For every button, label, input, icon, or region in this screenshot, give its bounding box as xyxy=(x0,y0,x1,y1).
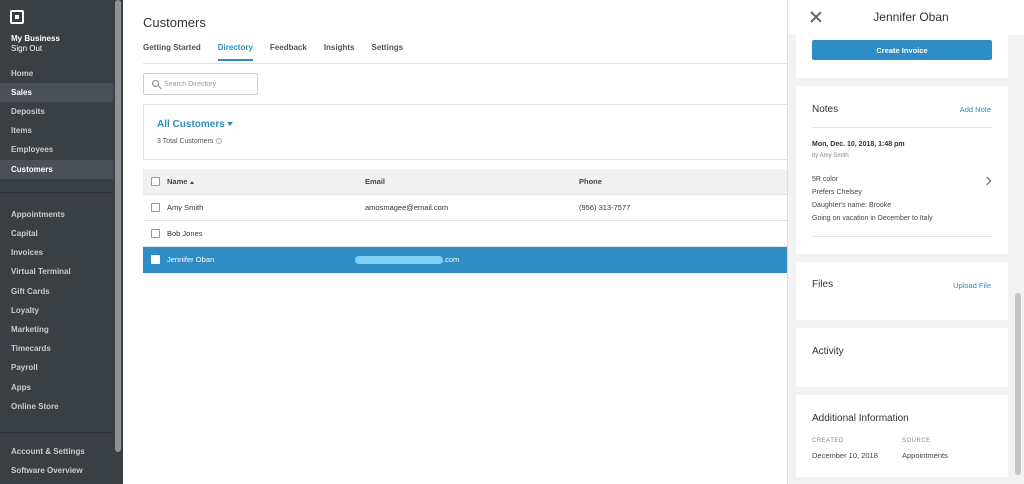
sidebar-item-payroll[interactable]: Payroll xyxy=(0,358,113,377)
tab-directory[interactable]: Directory xyxy=(217,43,253,61)
note-date: Mon, Dec. 10, 2018, 1:48 pm xyxy=(812,141,905,148)
sidebar-divider xyxy=(0,192,113,193)
row-checkbox[interactable] xyxy=(151,203,160,212)
search-input[interactable] xyxy=(164,78,254,91)
sign-out-link[interactable]: Sign Out xyxy=(11,44,42,53)
notes-title: Notes xyxy=(812,104,839,115)
customer-name: Amy Smith xyxy=(167,203,204,212)
group-count-text: 3 Total Customers xyxy=(157,138,214,145)
sidebar-item-loyalty[interactable]: Loyalty xyxy=(0,301,113,320)
notes-divider xyxy=(812,236,992,237)
tab-bar: Getting Started Directory Feedback Insig… xyxy=(143,43,420,61)
activity-card: Activity xyxy=(796,328,1008,387)
tab-divider xyxy=(143,63,807,64)
sidebar-item-gift-cards[interactable]: Gift Cards xyxy=(0,282,113,301)
sidebar-divider xyxy=(0,432,113,433)
panel-header: Jennifer Oban xyxy=(788,0,1024,35)
business-name: My Business xyxy=(11,34,60,43)
main-content: Customers Getting Started Directory Feed… xyxy=(123,0,807,484)
additional-info-title: Additional Information xyxy=(812,413,909,424)
sidebar-item-apps[interactable]: Apps xyxy=(0,378,113,397)
sidebar-item-customers[interactable]: Customers xyxy=(0,160,113,179)
panel-title: Jennifer Oban xyxy=(873,10,949,24)
search-box xyxy=(143,73,258,95)
source-label: SOURCE xyxy=(902,438,931,444)
row-checkbox[interactable] xyxy=(151,255,160,264)
sort-up-icon xyxy=(190,180,195,184)
sidebar-item-capital[interactable]: Capital xyxy=(0,224,113,243)
customer-phone: (956) 313-7577 xyxy=(579,203,631,212)
table-row[interactable]: Bob Jones xyxy=(143,221,807,247)
source-value: Appointments xyxy=(902,451,948,460)
sidebar-item-sales[interactable]: Sales xyxy=(0,83,113,102)
sidebar-item-items[interactable]: Items xyxy=(0,121,113,140)
group-dropdown[interactable]: All Customers xyxy=(157,119,233,130)
create-invoice-button[interactable]: Create Invoice xyxy=(812,40,992,60)
customer-name: Bob Jones xyxy=(167,229,203,238)
row-checkbox[interactable] xyxy=(151,229,160,238)
note-line: Prefers Chelsey xyxy=(812,189,862,196)
sidebar-scrollbar[interactable] xyxy=(115,0,121,452)
column-header-name-label: Name xyxy=(167,177,188,186)
sidebar-item-invoices[interactable]: Invoices xyxy=(0,243,113,262)
sidebar: My Business Sign Out Home Sales Deposits… xyxy=(0,0,123,484)
column-header-phone[interactable]: Phone xyxy=(579,169,602,195)
info-icon[interactable] xyxy=(216,138,223,145)
table-row[interactable]: Amy Smith amosmagee@email.com (956) 313-… xyxy=(143,195,807,221)
group-count: 3 Total Customers xyxy=(157,138,223,145)
sidebar-item-online-store[interactable]: Online Store xyxy=(0,397,113,416)
notes-card: Notes Add Note Mon, Dec. 10, 2018, 1:48 … xyxy=(796,86,1008,254)
customer-email: .com xyxy=(443,255,460,264)
note-author: by Amy Smith xyxy=(812,153,849,159)
files-card: Files Upload File xyxy=(796,262,1008,320)
sidebar-item-account-settings[interactable]: Account & Settings xyxy=(0,442,113,461)
redaction-mark xyxy=(355,256,443,264)
column-header-email[interactable]: Email xyxy=(365,169,385,195)
select-all-checkbox[interactable] xyxy=(151,177,160,186)
tab-settings[interactable]: Settings xyxy=(371,43,403,61)
created-label: CREATED xyxy=(812,438,844,444)
sidebar-item-home[interactable]: Home xyxy=(0,64,113,83)
customer-name: Jennifer Oban xyxy=(167,255,215,264)
sidebar-item-marketing[interactable]: Marketing xyxy=(0,320,113,339)
group-title: All Customers xyxy=(157,119,225,130)
chevron-down-icon xyxy=(226,122,233,127)
customer-email: amosmagee@email.com xyxy=(365,203,449,212)
note-line: Daughter's name: Brooke xyxy=(812,202,892,209)
tab-insights[interactable]: Insights xyxy=(324,43,355,61)
table-header-row: Name Email Phone xyxy=(143,169,807,195)
invoice-card: Create Invoice xyxy=(796,35,1008,78)
note-line: Going on vacation in December to Italy xyxy=(812,215,933,222)
add-note-link[interactable]: Add Note xyxy=(960,105,991,114)
sidebar-item-employees[interactable]: Employees xyxy=(0,140,113,159)
activity-title: Activity xyxy=(812,346,844,357)
sidebar-item-deposits[interactable]: Deposits xyxy=(0,102,113,121)
sidebar-item-timecards[interactable]: Timecards xyxy=(0,339,113,358)
chevron-right-icon[interactable] xyxy=(982,176,992,186)
customer-group-box: All Customers 3 Total Customers xyxy=(143,104,807,160)
customer-table: Name Email Phone Amy Smith amosmagee@ema… xyxy=(143,169,807,273)
search-icon xyxy=(152,80,159,87)
table-row-selected[interactable]: Jennifer Oban .com xyxy=(143,247,807,273)
sidebar-item-software-overview[interactable]: Software Overview xyxy=(0,461,113,480)
files-title: Files xyxy=(812,279,834,290)
created-value: December 10, 2018 xyxy=(812,451,878,460)
panel-scrollbar[interactable] xyxy=(1015,293,1021,475)
tab-feedback[interactable]: Feedback xyxy=(270,43,307,61)
sidebar-item-virtual-terminal[interactable]: Virtual Terminal xyxy=(0,262,113,281)
tab-getting-started[interactable]: Getting Started xyxy=(143,43,201,61)
note-line: 5R color xyxy=(812,176,839,183)
page-title: Customers xyxy=(143,15,206,30)
customer-detail-panel: Jennifer Oban Create Invoice Notes Add N… xyxy=(787,0,1024,484)
additional-info-card: Additional Information CREATED December … xyxy=(796,395,1008,477)
square-logo-icon[interactable] xyxy=(10,10,24,24)
upload-file-link[interactable]: Upload File xyxy=(953,281,991,290)
column-header-name[interactable]: Name xyxy=(167,169,195,195)
sidebar-item-appointments[interactable]: Appointments xyxy=(0,205,113,224)
notes-divider xyxy=(812,127,992,128)
